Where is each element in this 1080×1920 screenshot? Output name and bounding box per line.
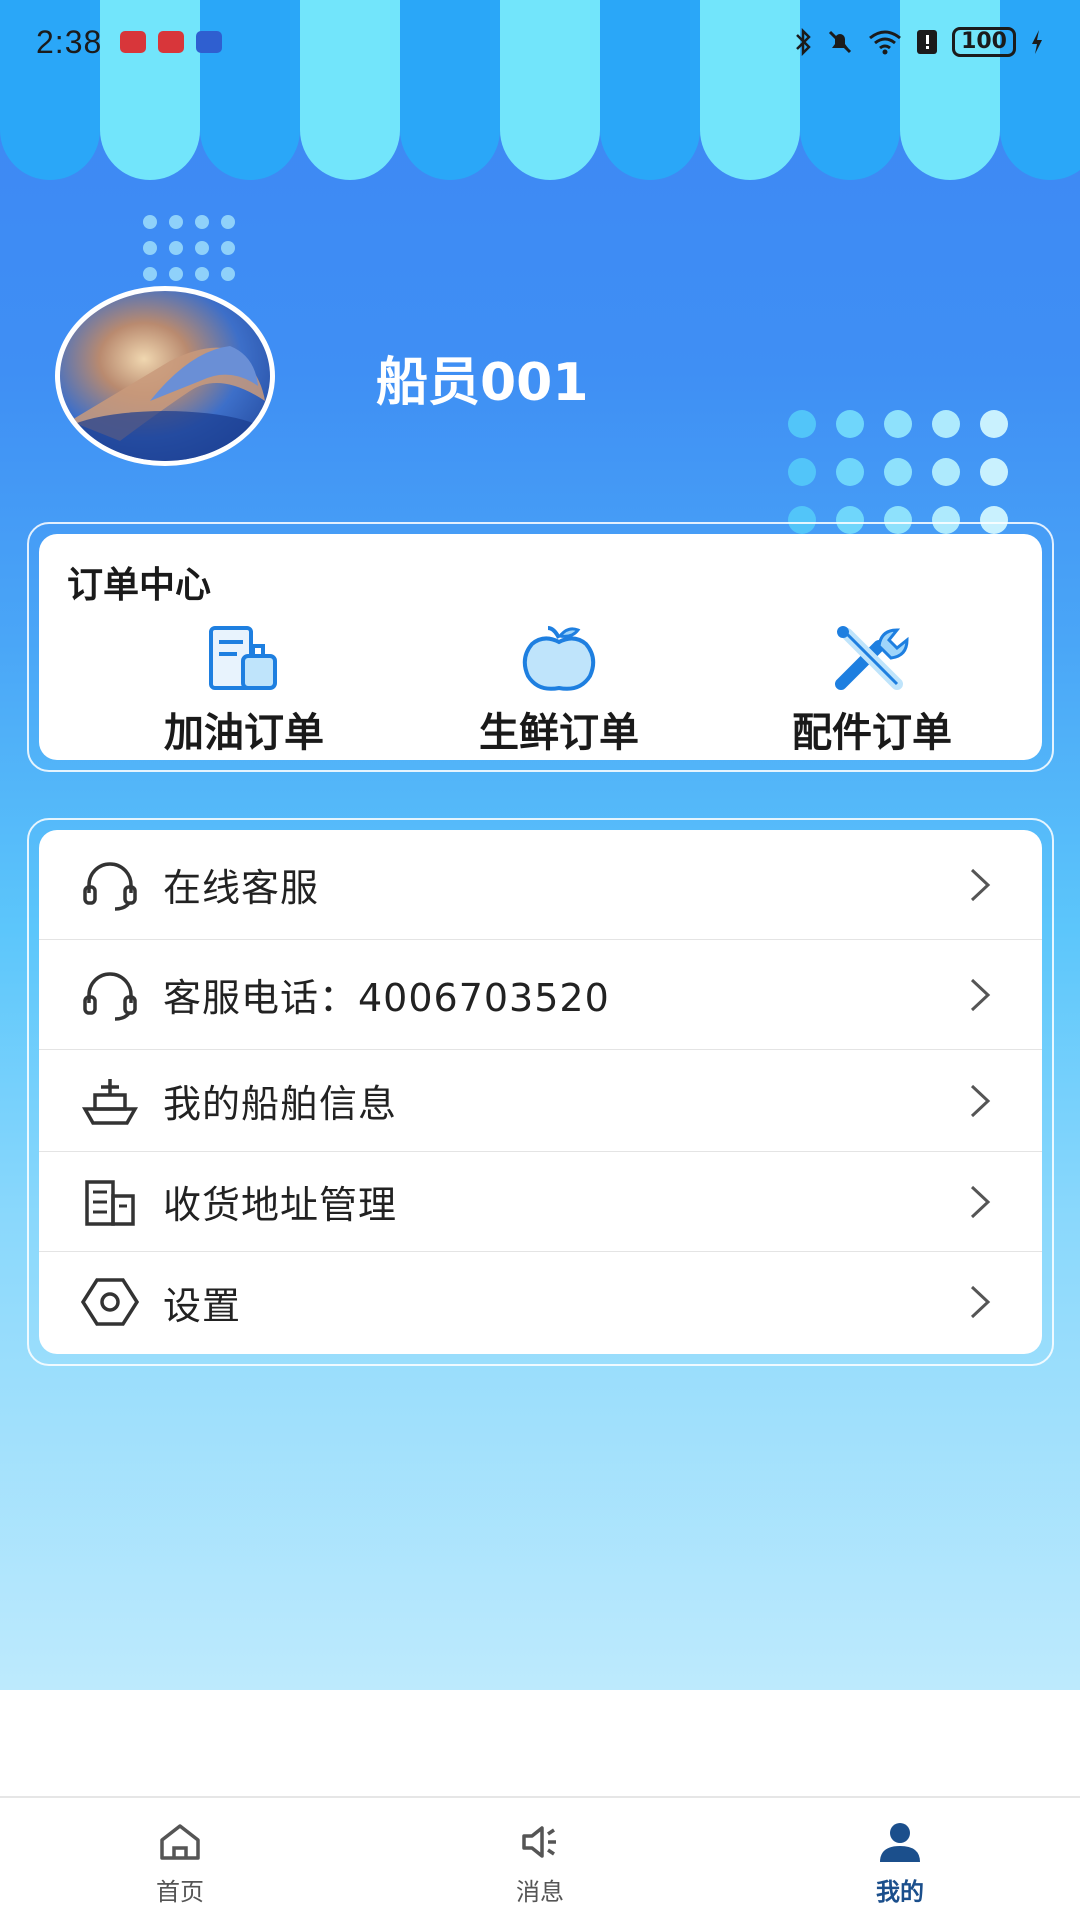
user-avatar[interactable] [55, 286, 275, 466]
bluetooth-icon [796, 28, 811, 56]
menu-item-service-phone[interactable]: 客服电话：4006703520 [39, 940, 1042, 1050]
wifi-icon [869, 30, 901, 55]
fuel-order-icon [209, 626, 277, 690]
menu-item-label: 设置 [163, 1283, 242, 1328]
menu-item-label: 在线客服 [163, 866, 320, 910]
chevron-right-icon [970, 978, 991, 1012]
fresh-order-button[interactable]: 生鲜订单 [449, 624, 669, 758]
status-notification-icons [120, 31, 223, 53]
tab-home-label: 首页 [156, 1878, 204, 1906]
menu-item-label: 我的船舶信息 [163, 1082, 398, 1126]
sim-alert-icon [917, 30, 938, 54]
menu-item-label: 收货地址管理 [163, 1183, 398, 1227]
headset-icon [83, 861, 137, 911]
ship-icon [81, 1078, 139, 1125]
headset-icon [83, 971, 137, 1021]
chevron-right-icon [970, 1185, 991, 1219]
fuel-order-label: 加油订单 [164, 710, 324, 756]
menu-item-address[interactable]: 收货地址管理 [39, 1152, 1042, 1252]
hex-nut-settings-icon [80, 1278, 140, 1326]
tab-messages[interactable]: 消息 [360, 1798, 720, 1920]
order-center-card: 订单中心 加油订单 生鲜订单 配件订单 [27, 522, 1054, 772]
menu-item-settings[interactable]: 设置 [39, 1252, 1042, 1352]
notification-app-icon [120, 31, 147, 53]
wrench-screwdriver-icon [835, 626, 909, 690]
charging-icon [1032, 30, 1042, 54]
status-bar: 2:38 100 [0, 0, 1080, 84]
battery-level: 100 [952, 27, 1016, 57]
tab-home[interactable]: 首页 [0, 1798, 360, 1920]
tab-messages-label: 消息 [516, 1878, 564, 1906]
building-icon [85, 1179, 135, 1226]
bell-mute-icon [829, 30, 852, 54]
status-time: 2:38 [36, 23, 103, 60]
username: 船员001 [376, 353, 589, 413]
menu-item-ship-info[interactable]: 我的船舶信息 [39, 1050, 1042, 1152]
menu-item-label: 客服电话：4006703520 [163, 976, 610, 1020]
tab-mine[interactable]: 我的 [720, 1798, 1080, 1920]
chevron-right-icon [970, 868, 991, 902]
tab-mine-label: 我的 [876, 1878, 924, 1906]
person-icon [880, 1823, 920, 1862]
speaker-icon [522, 1826, 556, 1858]
home-icon [160, 1824, 200, 1860]
notification-app-icon [196, 31, 223, 53]
menu-item-online-service[interactable]: 在线客服 [39, 830, 1042, 940]
fresh-order-label: 生鲜订单 [479, 710, 639, 756]
chevron-right-icon [970, 1084, 991, 1118]
order-center-title: 订单中心 [67, 565, 212, 606]
chevron-right-icon [970, 1285, 991, 1319]
fuel-order-button[interactable]: 加油订单 [134, 624, 354, 758]
apple-icon [522, 626, 596, 691]
parts-order-button[interactable]: 配件订单 [762, 624, 982, 758]
notification-app-icon [158, 31, 185, 53]
parts-order-label: 配件订单 [792, 710, 952, 756]
bottom-tab-bar: 首页 消息 我的 [0, 1796, 1080, 1920]
menu-card: 在线客服 客服电话：4006703520 我的船舶信息 收货地址管理 设置 [27, 818, 1054, 1366]
